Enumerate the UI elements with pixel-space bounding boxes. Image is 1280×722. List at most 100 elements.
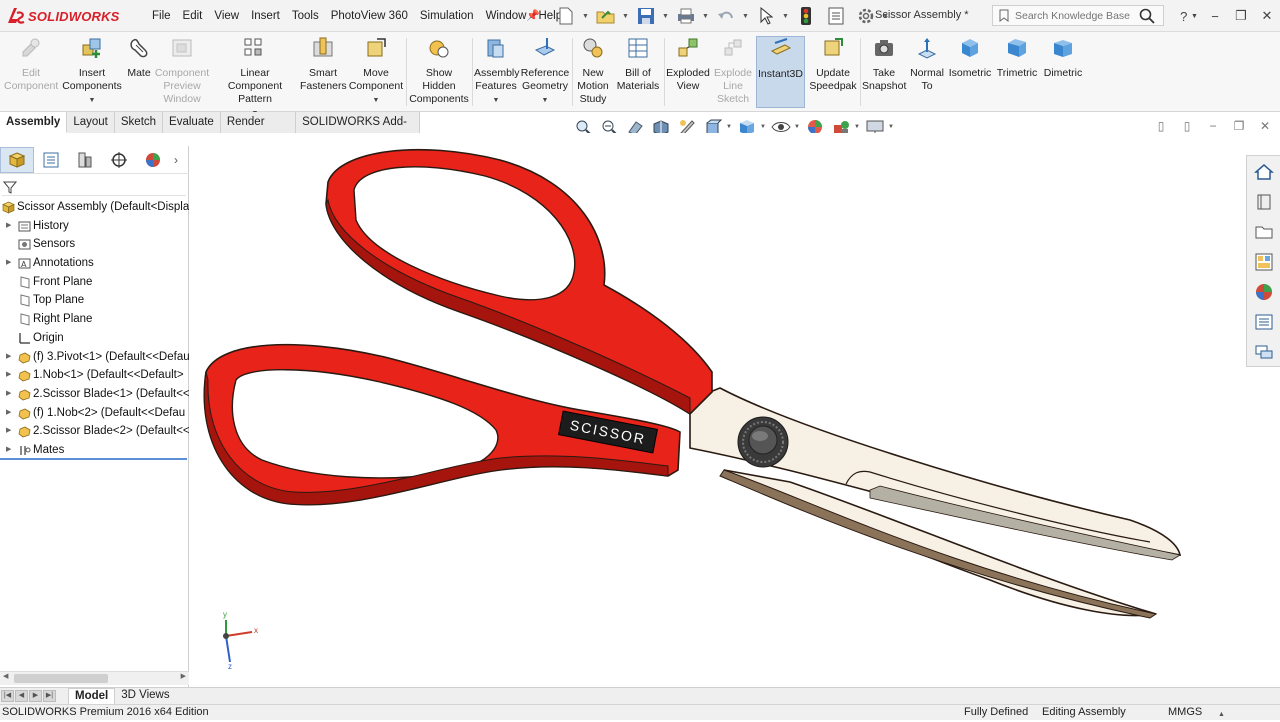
menu-file[interactable]: File [146,10,177,22]
instant3d-button[interactable]: Instant3D [756,36,805,108]
restore-button[interactable]: ❐ [1228,5,1254,27]
graphics-area[interactable]: SCISSOR x y z [190,133,1246,687]
view-settings-caret-icon[interactable]: ▼ [888,124,895,130]
update-speedpak-button[interactable]: Update Speedpak [808,36,858,108]
tree-item-right-plane[interactable]: Right Plane [0,310,189,329]
scissors-model[interactable]: SCISSOR [190,133,1246,687]
tab-render-tools[interactable]: Render Tools [220,112,297,148]
undo-caret-icon[interactable]: ▼ [742,13,750,20]
save-button[interactable] [632,5,660,27]
feature-manager-tab[interactable] [0,146,34,173]
tree-item-history[interactable]: ▶ History [0,217,189,236]
isometric-button[interactable]: Isometric [948,36,992,108]
expand-arrow-icon[interactable]: ▶ [6,254,11,273]
linear-pattern-button[interactable]: Linear Component Pattern ▼ [212,36,298,117]
minimize-button[interactable]: − [1202,5,1228,27]
tree-item-nob-2[interactable]: ▶ (f) 1.Nob<2> (Default<<Defau [0,404,189,423]
move-component-caret-icon[interactable]: ▼ [348,94,404,107]
tree-item-mates[interactable]: ▶ Mates [0,441,189,460]
viewport-close-button[interactable]: ✕ [1254,116,1276,136]
tab-layout[interactable]: Layout [67,112,115,133]
search-input[interactable] [1015,8,1133,23]
expand-arrow-icon[interactable]: ▶ [6,441,11,460]
tab-3d-views[interactable]: 3D Views [115,688,175,704]
tree-item-origin[interactable]: Origin [0,329,189,348]
tab-last-icon[interactable]: ▶| [43,690,56,702]
tree-item-annotations[interactable]: ▶ A Annotations [0,254,189,273]
move-component-button[interactable]: Move Component ▼ [348,36,404,108]
display-style-caret-icon[interactable]: ▼ [760,124,767,130]
view-orientation-caret-icon[interactable]: ▼ [726,124,733,130]
menu-photoview[interactable]: PhotoView 360 [325,10,414,22]
scene-caret-icon[interactable]: ▼ [854,124,861,130]
reference-geometry-caret-icon[interactable]: ▼ [520,94,570,107]
explode-line-sketch-button[interactable]: Explode Line Sketch [712,36,754,108]
expand-arrow-icon[interactable]: ▶ [6,348,11,367]
solidworks-logo[interactable]: SOLIDWORKS [6,4,130,28]
open-button[interactable] [592,5,620,27]
dimxpert-manager-tab[interactable] [102,147,136,173]
tab-assembly[interactable]: Assembly [0,112,68,133]
custom-properties-tab[interactable] [1249,309,1279,335]
take-snapshot-button[interactable]: Take Snapshot [862,36,906,108]
new-document-button[interactable] [552,5,580,27]
search-icon[interactable] [1139,8,1155,24]
file-explorer-tab[interactable] [1249,219,1279,245]
mate-button[interactable]: Mate [124,36,154,108]
select-caret-icon[interactable]: ▼ [782,13,790,20]
component-preview-button[interactable]: Component Preview Window [154,36,210,108]
expand-arrow-icon[interactable]: ▶ [6,385,11,404]
print-button[interactable] [672,5,700,27]
insert-components-button[interactable]: Insert Components ▼ [62,36,122,108]
manager-tabs-more-icon[interactable]: › [170,153,182,167]
new-caret-icon[interactable]: ▼ [582,13,590,20]
insert-components-caret-icon[interactable]: ▼ [62,94,122,107]
tab-first-icon[interactable]: |◀ [1,690,14,702]
print-caret-icon[interactable]: ▼ [702,13,710,20]
solidworks-resources-tab[interactable] [1249,159,1279,185]
hide-show-caret-icon[interactable]: ▼ [794,124,801,130]
help-button[interactable]: ? ▼ [1176,5,1202,27]
tab-sketch[interactable]: Sketch [114,112,164,133]
assembly-features-button[interactable]: Assembly Features ▼ [474,36,520,108]
configuration-manager-tab[interactable] [68,147,102,173]
tab-next-icon[interactable]: ▶ [29,690,42,702]
menu-tools[interactable]: Tools [286,10,325,22]
menu-edit[interactable]: Edit [177,10,209,22]
new-motion-study-button[interactable]: New Motion Study [574,36,612,108]
menu-view[interactable]: View [208,10,245,22]
tree-root[interactable]: Scissor Assembly (Default<Displa [0,198,189,217]
tree-filter[interactable] [2,178,186,196]
show-hidden-button[interactable]: Show Hidden Components [408,36,470,108]
property-manager-tab[interactable] [34,147,68,173]
tree-item-sensors[interactable]: Sensors [0,235,189,254]
search-box[interactable] [992,5,1164,26]
undo-button[interactable] [712,5,740,27]
rebuild-button[interactable] [792,5,820,27]
menu-insert[interactable]: Insert [245,10,286,22]
edit-component-button[interactable]: Edit Component [4,36,58,108]
forum-tab[interactable] [1249,339,1279,365]
expand-arrow-icon[interactable]: ▶ [6,404,11,423]
status-units[interactable]: MMGS [1168,705,1202,720]
tab-evaluate[interactable]: Evaluate [163,112,221,133]
scroll-left-icon[interactable]: ◀ [3,672,8,680]
file-properties-button[interactable] [822,5,850,27]
menu-window[interactable]: Window [480,10,533,22]
view-palette-tab[interactable] [1249,249,1279,275]
tab-prev-icon[interactable]: ◀ [15,690,28,702]
expand-arrow-icon[interactable]: ▶ [6,217,11,236]
bill-of-materials-button[interactable]: Bill of Materials [614,36,662,108]
pin-icon[interactable]: 📌 [526,9,540,22]
close-button[interactable]: ✕ [1254,5,1280,27]
dimetric-button[interactable]: Dimetric [1042,36,1084,108]
trimetric-button[interactable]: Trimetric [994,36,1040,108]
tree-item-front-plane[interactable]: Front Plane [0,273,189,292]
menu-simulation[interactable]: Simulation [414,10,480,22]
open-caret-icon[interactable]: ▼ [622,13,630,20]
tree-item-nob-1[interactable]: ▶ 1.Nob<1> (Default<<Default> [0,366,189,385]
expand-arrow-icon[interactable]: ▶ [6,366,11,385]
tab-model[interactable]: Model [68,688,116,704]
tree-item-top-plane[interactable]: Top Plane [0,291,189,310]
scroll-right-icon[interactable]: ▶ [181,672,186,680]
